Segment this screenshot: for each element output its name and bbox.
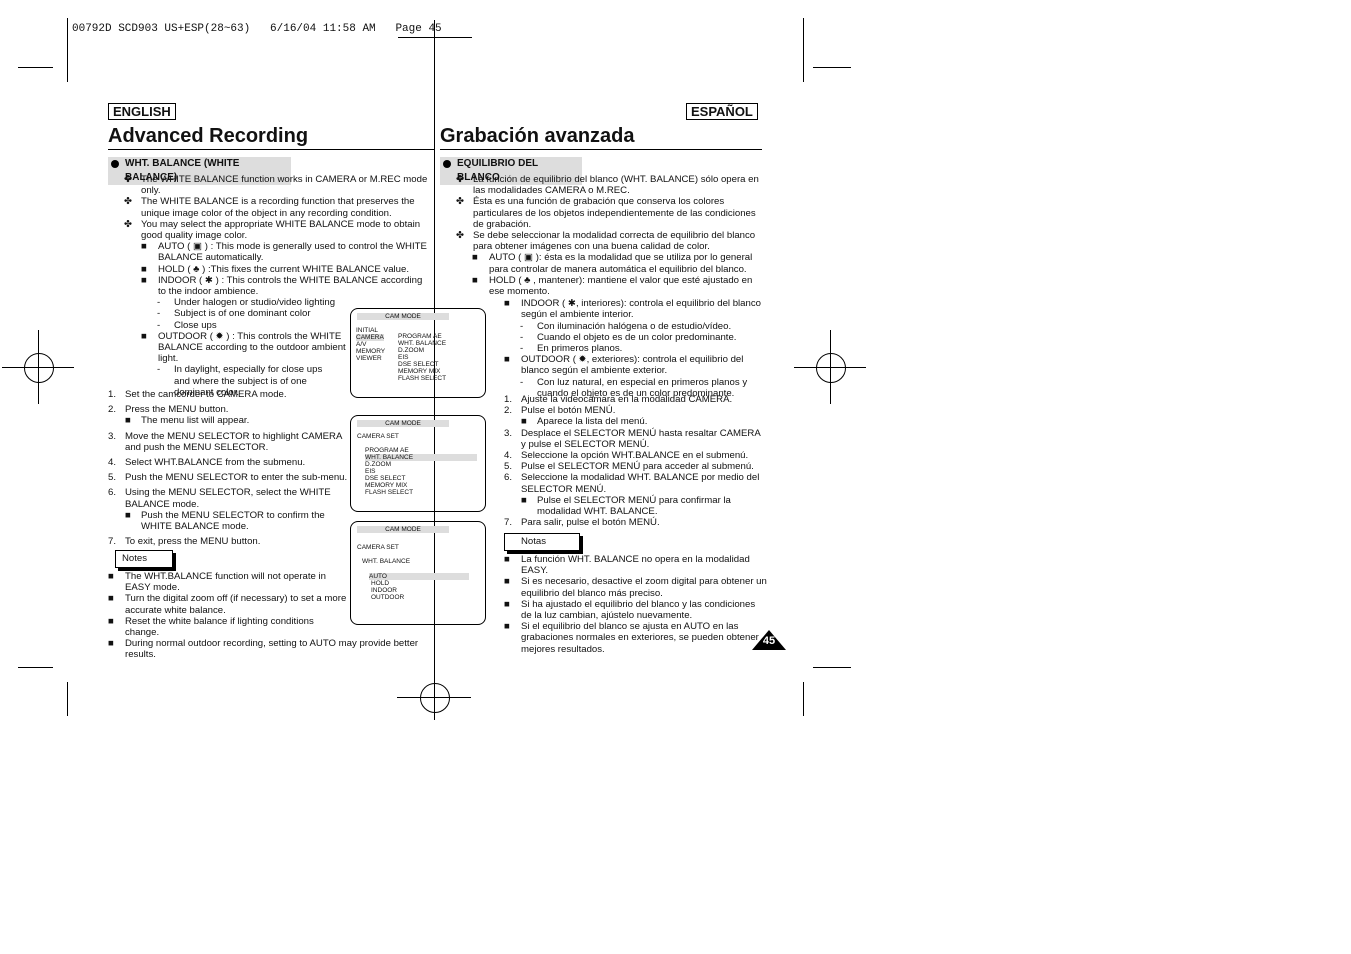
language-label-english: ENGLISH [108, 103, 176, 120]
submenu-item: INDOOR [371, 587, 397, 594]
bullet-item: ✤ The WHITE BALANCE is a recording functi… [124, 196, 415, 219]
step: 1. Ajuste la videocámara en la modalidad … [504, 394, 733, 405]
crop-mark [67, 18, 68, 82]
mode-item-hold: ■ HOLD ( ♣ ) :This fixes the current WHIT… [141, 263, 410, 275]
step: 1. Set the camcorder to CAMERA mode. [108, 389, 287, 400]
submenu-item: MEMORY MIX [398, 368, 441, 375]
mode-item-outdoor: ■ OUTDOOR ( ✹ ) : This controls the WHITE… [141, 330, 346, 365]
note-item: ■ Si el equilibrio del blanco se ajusta e… [504, 621, 759, 655]
bullet-item: ✤ Se debe seleccionar la modalidad correc… [456, 230, 756, 253]
step-sub: ■ Aparece la lista del menú. [521, 416, 648, 428]
step: 7. Para salir, pulse el botón MENÚ. [504, 517, 660, 529]
crop-mark [813, 667, 851, 668]
crop-mark [67, 682, 68, 716]
mode-item-auto: ■ AUTO ( ▣ ) : This mode is generally use… [141, 241, 427, 264]
step: 3. Desplace el SELECTOR MENÚ hasta resalt… [504, 427, 761, 450]
menu-initial: INITIAL [356, 327, 379, 334]
mode-item-auto: ■ AUTO ( ▣ ): ésta es la modalidad que se… [472, 252, 753, 275]
bullet-item: ✤ The WHITE BALANCE function works in CAM… [124, 174, 428, 197]
mode-item-indoor: ■ INDOOR ( ✱ ) : This controls the WHITE … [141, 274, 423, 298]
indoor-sub: - Cuando el objeto es de un color predomi… [520, 331, 737, 343]
crop-mark [813, 67, 851, 68]
note-item: ■ La función WHT. BALANCE no opera en la … [504, 554, 750, 577]
submenu-item: PROGRAM AE [365, 447, 409, 454]
registration-circle [420, 683, 450, 713]
submenu-item: HOLD [371, 580, 390, 587]
notas-label: Notas [504, 533, 580, 551]
step: 2. Press the MENU button. [108, 404, 229, 416]
slug-underline [398, 37, 472, 38]
step: 4. Select WHT.BALANCE from the submenu. [108, 457, 306, 469]
menu-memory: MEMORY [356, 348, 386, 355]
submenu-item: D.ZOOM [365, 461, 391, 468]
menu-group: CAMERA SET [357, 433, 399, 440]
submenu-item: WHT. BALANCE [398, 340, 447, 347]
mode-item-outdoor: ■ OUTDOOR ( ✹, exteriores): controla el e… [504, 354, 744, 377]
submenu-item: EIS [398, 354, 409, 361]
submenu-item: DSE SELECT [365, 475, 406, 482]
step: 6. Seleccione la modalidad WHT. BALANCE p… [504, 472, 760, 495]
note-item: ■ Si es necesario, desactive el zoom digi… [504, 576, 767, 599]
step: 5. Pulse el SELECTOR MENÚ para acceder al… [504, 461, 754, 473]
note-item: ■ Si ha ajustado el equilibrio del blanco… [504, 598, 756, 622]
submenu-item: FLASH SELECT [398, 375, 447, 382]
bullet-item: ✤ Ésta es una función de grabación que co… [456, 196, 756, 230]
submenu-item: FLASH SELECT [365, 489, 414, 496]
menu-screen-3: CAM MODE CAMERA SET WHT. BALANCE AUTO HO… [350, 521, 486, 625]
menu-av: A/V [356, 341, 367, 348]
step-sub: ■ The menu list will appear. [125, 415, 250, 427]
submenu-item: PROGRAM AE [398, 333, 442, 340]
title-rule [440, 149, 762, 150]
submenu-item: WHT. BALANCE [365, 454, 477, 461]
note-item: ■ The WHT.BALANCE function will not opera… [108, 571, 327, 594]
title-rule [108, 149, 434, 150]
step: 2. Pulse el botón MENÚ. [504, 405, 616, 417]
language-label-espanol: ESPAÑOL [686, 103, 758, 120]
menu-screen-2: CAM MODE CAMERA SET PROGRAM AE WHT. BALA… [350, 415, 486, 512]
registration-circle [816, 353, 846, 383]
step: 6. Using the MENU SELECTOR, select the WH… [108, 487, 331, 510]
crop-mark [18, 67, 53, 68]
print-slug: 00792D SCD903 US+ESP(28~63) 6/16/04 11:5… [72, 23, 442, 35]
notes-label: Notes [115, 550, 173, 568]
mode-item-indoor: ■ INDOOR ( ✱, interiores): controla el eq… [504, 298, 761, 321]
step: 3. Move the MENU SELECTOR to highlight CA… [108, 430, 342, 453]
step: 7. To exit, press the MENU button. [108, 536, 261, 548]
note-item: ■ Turn the digital zoom off (if necessary… [108, 593, 347, 616]
menu-viewer: VIEWER [356, 355, 382, 362]
menu-sub: WHT. BALANCE [362, 558, 411, 565]
indoor-sub: - Under halogen or studio/video lighting [157, 297, 336, 309]
crop-mark [803, 682, 804, 716]
submenu-item: AUTO [369, 573, 469, 580]
menu-group: CAMERA SET [357, 544, 399, 551]
page-number: 45 [762, 635, 776, 647]
page-title: Advanced Recording [108, 125, 309, 147]
submenu-item: EIS [365, 468, 376, 475]
step: 5. Push the MENU SELECTOR to enter the su… [108, 472, 348, 484]
note-item: ■ Reset the white balance if lighting con… [108, 615, 314, 639]
notes-list-es: ■ La función WHT. BALANCE no opera en la … [504, 554, 770, 655]
indoor-sub: - Con iluminación halógena o de estudio/v… [520, 320, 732, 332]
registration-circle [24, 353, 54, 383]
submenu-item: MEMORY MIX [365, 482, 408, 489]
submenu-item: OUTDOOR [371, 594, 405, 601]
step: 4. Seleccione la opción WHT.BALANCE en el… [504, 450, 749, 462]
indoor-sub: - En primeros planos. [520, 343, 623, 355]
crop-mark [803, 18, 804, 82]
crop-mark [18, 667, 53, 668]
step-sub: ■ Pulse el SELECTOR MENÚ para confirmar l… [521, 494, 731, 518]
intro-list-es: ✤ La función de equilibrio del blanco (WH… [456, 174, 766, 399]
menu-camera: CAMERA [356, 334, 384, 341]
bullet-item: ✤ You may select the appropriate WHITE BA… [124, 218, 421, 242]
page-title-es: Grabación avanzada [440, 125, 635, 147]
step-sub: ■ Push the MENU SELECTOR to confirm the W… [125, 509, 325, 533]
submenu-item: D.ZOOM [398, 347, 424, 354]
mode-item-hold: ■ HOLD ( ♣ , mantener): mantiene el valor… [472, 274, 753, 298]
bullet-item: ✤ La función de equilibrio del blanco (WH… [456, 174, 759, 197]
submenu-item: DSE SELECT [398, 361, 439, 368]
steps-list: 1. Set the camcorder to CAMERA mode. 2. Pr… [108, 389, 348, 547]
steps-list-es: 1. Ajuste la videocámara en la modalidad … [504, 394, 766, 528]
note-item: ■ During normal outdoor recording, settin… [108, 638, 419, 661]
